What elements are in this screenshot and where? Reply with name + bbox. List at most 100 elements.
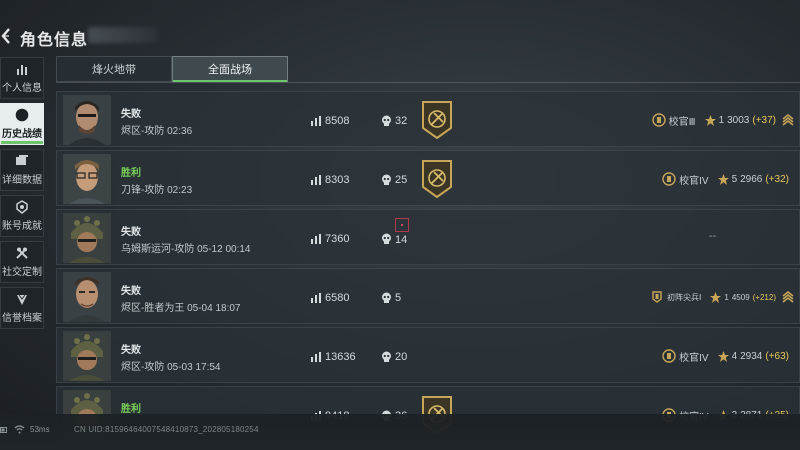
tools-icon (15, 246, 29, 260)
rank-info: 校官Ⅲ 1 3003 (+37) (651, 112, 795, 128)
rank-level: 4 (731, 350, 738, 362)
sidebar-item-social[interactable]: 社交定制 (0, 241, 44, 283)
rank-gain: (+32) (765, 173, 789, 185)
match-mode-time: 烬区-攻防 05-03 17:54 (121, 362, 221, 373)
rank-gain: (+212) (752, 292, 776, 302)
match-result: 胜利 (121, 404, 141, 415)
sidebar-item-label: 个人信息 (2, 83, 42, 94)
match-mode-time: 乌姆斯运河-攻防 05-12 00:14 (121, 244, 251, 255)
star-icon (717, 173, 729, 185)
match-score: 6580 (325, 292, 350, 304)
rank-badge-icon (651, 113, 666, 127)
rank-level: 1 (724, 292, 729, 302)
sidebar-item-detailed-data[interactable]: 详细数据 (0, 149, 44, 191)
blurred-player-name (88, 27, 158, 43)
bar-chart-icon (311, 175, 321, 185)
star-icon (704, 114, 716, 126)
skull-icon (382, 233, 391, 244)
match-result: 失败 (121, 227, 141, 238)
rank-gain: (+37) (752, 114, 776, 126)
operator-portrait (63, 95, 111, 145)
rank-info: 校官IV 4 2934 (+63) (662, 348, 789, 364)
match-score: 7360 (325, 233, 350, 245)
bar-chart-icon (311, 234, 321, 244)
rank-points: 2966 (740, 173, 763, 185)
match-result: 胜利 (121, 168, 141, 179)
wifi-icon (14, 425, 25, 434)
rank-gain: (+63) (765, 350, 789, 362)
match-result: 失败 (121, 286, 141, 297)
bar-chart-icon (311, 352, 321, 362)
skull-icon (382, 351, 391, 362)
match-kills: 5 (395, 292, 402, 304)
match-row[interactable]: 胜利 刀锋-攻防 02:23 8303 25 校官IV 5 2966 (+32) (56, 150, 800, 206)
tab-full-battlefield[interactable]: 全面战场 (172, 56, 288, 82)
match-row[interactable]: 失败 烬区-攻防 02:36 8508 32 校官Ⅲ 1 3003 (+37) (56, 91, 800, 147)
operator-portrait (63, 154, 111, 204)
rank-points: 4509 (731, 292, 750, 302)
match-score: 8303 (325, 174, 350, 186)
bar-chart-icon (311, 116, 321, 126)
back-arrow-icon[interactable] (0, 27, 12, 45)
match-score: 8508 (325, 115, 350, 127)
sidebar-item-label: 详细数据 (2, 175, 42, 186)
match-kills: 32 (395, 115, 408, 127)
clock-icon (15, 108, 29, 122)
operator-portrait (63, 331, 111, 381)
player-uid: CN UID:8159646400754841087​3_20280518025… (74, 425, 259, 434)
skull-icon (382, 174, 391, 185)
rank-badge-icon (652, 291, 662, 303)
battery-icon (0, 427, 7, 433)
rank-badge-icon (662, 349, 676, 363)
rank-empty: -- (709, 230, 717, 242)
tab-warfire-zone[interactable]: 烽火地带 (56, 56, 172, 82)
rank-level: 1 (718, 114, 725, 126)
match-kills: 14 (395, 234, 408, 246)
rank-chevron-icon (782, 290, 794, 303)
rank-info: 初阵尖兵Ⅰ 1 4509 (+212) (650, 289, 795, 305)
star-icon (710, 291, 722, 303)
rank-label: 校官Ⅲ (668, 116, 696, 128)
match-result: 失败 (121, 345, 141, 356)
rank-chevron-icon (782, 113, 794, 126)
sidebar-item-label: 社交定制 (2, 267, 42, 278)
rank-points: 3003 (727, 114, 750, 126)
status-footer: 53ms CN UID:8159646400754841087​3_202805… (0, 414, 800, 450)
skull-icon (382, 115, 391, 126)
header: 角色信息 (0, 0, 800, 54)
rank-points: 2934 (740, 350, 763, 362)
match-mode-time: 烬区-胜者为王 05-04 18:07 (121, 303, 241, 314)
sidebar-item-label: 历史战绩 (2, 129, 42, 140)
operator-portrait (63, 272, 111, 322)
bar-chart-icon (15, 62, 29, 76)
match-mode-time: 刀锋-攻防 02:23 (121, 185, 193, 196)
sidebar-item-reputation[interactable]: 信誉档案 (0, 287, 44, 329)
match-row[interactable]: 失败 乌姆斯运河-攻防 05-12 00:14 7360 14 -- (56, 209, 800, 265)
sidebar-item-personal-info[interactable]: 个人信息 (0, 57, 44, 99)
operator-portrait (63, 213, 111, 263)
skull-icon (382, 292, 391, 303)
match-row[interactable]: 失败 烬区-攻防 05-03 17:54 13636 20 校官IV 4 293… (56, 327, 800, 383)
tab-divider (56, 82, 800, 83)
sidebar-item-achievements[interactable]: 账号成就 (0, 195, 44, 237)
match-kills: 25 (395, 174, 408, 186)
mvp-medal-icon (422, 160, 452, 199)
rank-level: 5 (731, 173, 738, 185)
cards-icon (15, 154, 29, 168)
match-mode-time: 烬区-攻防 02:36 (121, 126, 193, 137)
achievement-icon (15, 200, 29, 214)
rank-info: 校官IV 5 2966 (+32) (662, 171, 789, 187)
sidebar-item-match-history[interactable]: 历史战绩 (0, 103, 44, 145)
rank-label: 校官IV (679, 352, 709, 364)
page-title: 角色信息 (20, 32, 89, 49)
rank-label: 初阵尖兵Ⅰ (667, 292, 702, 302)
sidebar-item-label: 账号成就 (2, 221, 42, 232)
rank-label: 校官IV (679, 175, 709, 187)
rank-badge-icon (662, 172, 676, 186)
sidebar-item-label: 信誉档案 (2, 313, 42, 324)
star-icon (717, 350, 729, 362)
match-kills: 20 (395, 351, 408, 363)
match-row[interactable]: 失败 烬区-胜者为王 05-04 18:07 6580 5 初阵尖兵Ⅰ 1 45… (56, 268, 800, 324)
match-result: 失败 (121, 109, 141, 120)
flag-marker-icon (395, 218, 409, 232)
